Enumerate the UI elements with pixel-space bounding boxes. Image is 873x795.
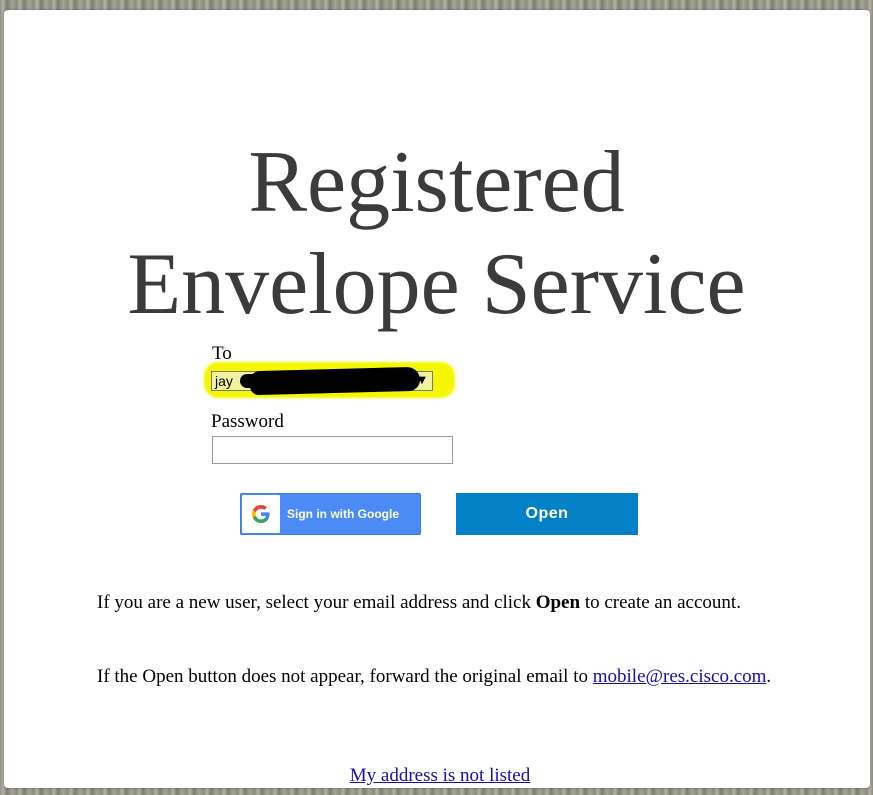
to-address-value: jay: [215, 373, 233, 389]
para2-text-start: If the Open button does not appear, forw…: [97, 666, 593, 687]
para1-open-emphasis: Open: [535, 592, 581, 613]
new-user-instructions: If you are a new user, select your email…: [97, 591, 783, 614]
footer: My address is not listed: [0, 765, 873, 787]
google-sign-in-label: Sign in with Google: [287, 507, 399, 521]
google-icon: [242, 495, 280, 533]
google-sign-in-button[interactable]: Sign in with Google: [240, 493, 421, 535]
password-field[interactable]: [212, 436, 453, 464]
para2-text-end: .: [766, 666, 772, 687]
address-not-listed-link[interactable]: My address is not listed: [350, 765, 531, 786]
title-line-1: Registered: [248, 134, 625, 231]
dropdown-arrow-icon[interactable]: ▼: [413, 373, 431, 389]
password-label: Password: [211, 411, 284, 432]
para1-text-end: to create an account.: [580, 592, 741, 613]
open-button[interactable]: Open: [456, 493, 638, 535]
para1-text-start: If you are a new user, select your email…: [97, 592, 536, 613]
title-line-2: Envelope Service: [127, 236, 746, 333]
redaction-mark: [249, 366, 421, 396]
mobile-email-link[interactable]: mobile@res.cisco.com: [593, 666, 767, 687]
forward-instructions: If the Open button does not appear, forw…: [97, 665, 783, 688]
page-title: Registered Envelope Service: [0, 132, 873, 336]
